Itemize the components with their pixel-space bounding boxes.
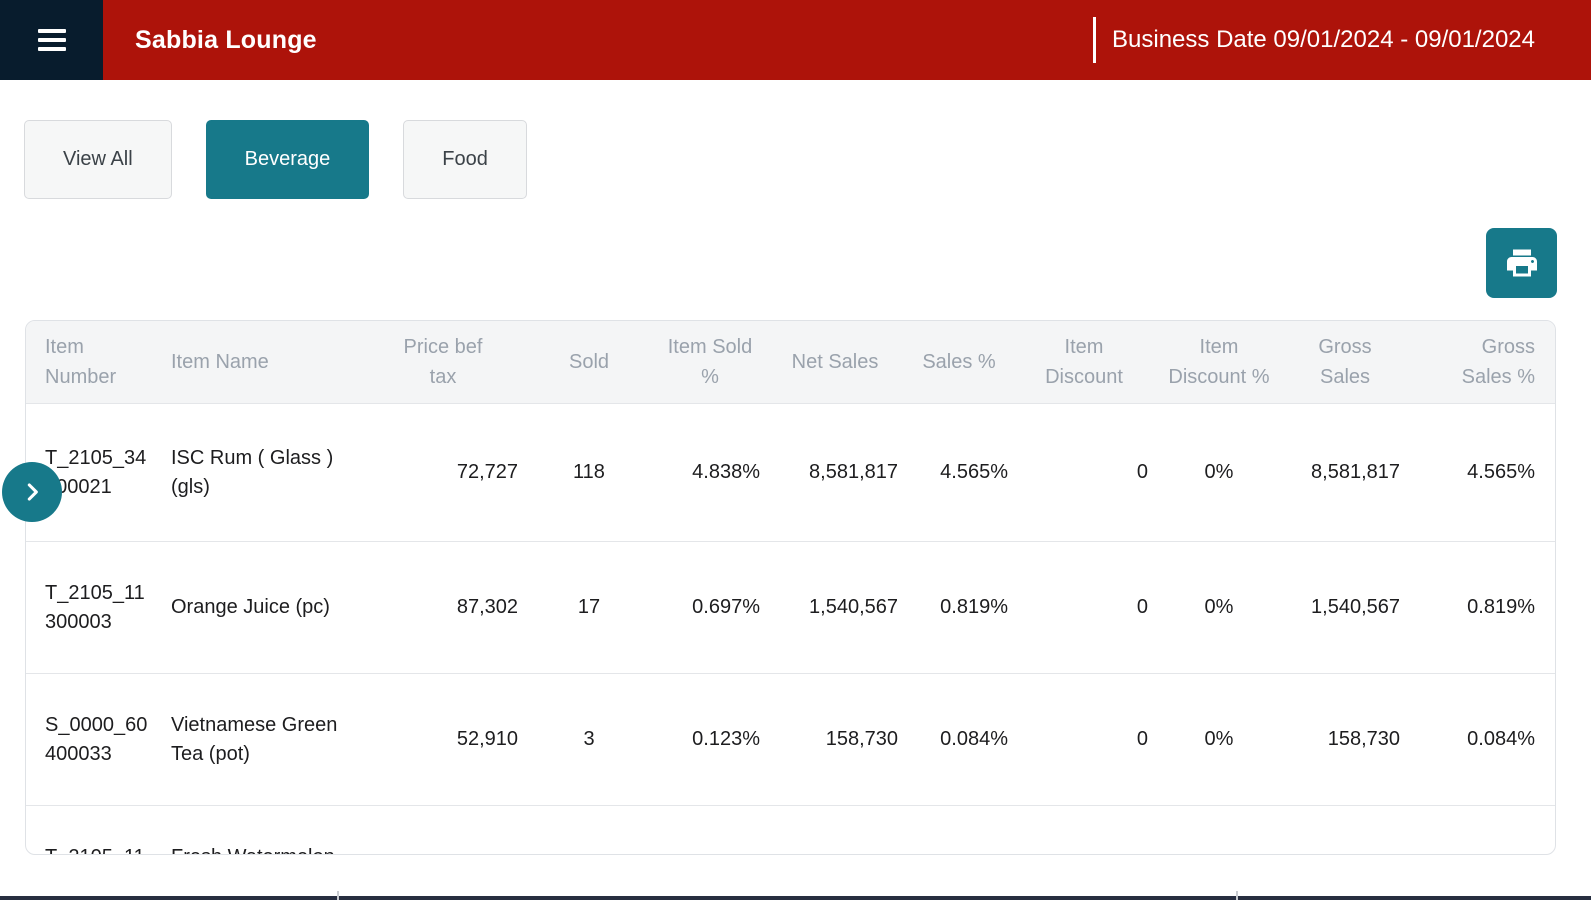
cell-price-bef-tax: 72,727 xyxy=(362,404,524,542)
cell-sold: 118 xyxy=(524,404,654,542)
cell-sales-pct: 4.565% xyxy=(904,404,1014,542)
cell-item-number: T_2105_11 300003 xyxy=(26,542,152,674)
table-row: S_0000_60 400033 Vietnamese Green Tea (p… xyxy=(26,674,1556,806)
cell-gross-sales-pct: 0.084% xyxy=(1406,674,1556,806)
cell-item-name: Orange Juice (pc) xyxy=(152,542,362,674)
cell-net-sales: 158,730 xyxy=(766,674,904,806)
column-header-item-discount: Item Discount xyxy=(1014,321,1154,404)
cell-gross-sales-pct: 0.819% xyxy=(1406,542,1556,674)
cell-gross-sales-pct xyxy=(1406,806,1556,856)
business-date-range[interactable]: Business Date 09/01/2024 - 09/01/2024 xyxy=(1112,26,1535,54)
page-title: Sabbia Lounge xyxy=(135,26,317,55)
table-header: Item Number Item Name Price bef tax Sold… xyxy=(26,321,1556,404)
cell-item-discount-pct: 0% xyxy=(1154,542,1284,674)
cell-item-sold-pct: 0.697% xyxy=(654,542,766,674)
column-header-item-name: Item Name xyxy=(152,321,362,404)
bottom-bar-tick xyxy=(1236,891,1238,900)
filter-food[interactable]: Food xyxy=(403,120,527,199)
cell-sales-pct: 0.084% xyxy=(904,674,1014,806)
cell-net-sales: 1,540,567 xyxy=(766,542,904,674)
cell-item-discount: 0 xyxy=(1014,542,1154,674)
cell-item-name: Fresh Watermelon xyxy=(152,806,362,856)
app-header: Sabbia Lounge Business Date 09/01/2024 -… xyxy=(0,0,1591,80)
column-header-price-bef-tax: Price bef tax xyxy=(362,321,524,404)
chevron-right-icon xyxy=(19,479,45,505)
items-table: Item Number Item Name Price bef tax Sold… xyxy=(25,320,1556,855)
printer-icon xyxy=(1504,245,1540,281)
cell-item-number: S_0000_60 400033 xyxy=(26,674,152,806)
filter-bar: View All Beverage Food xyxy=(24,120,527,199)
column-header-item-number: Item Number xyxy=(26,321,152,404)
cell-item-discount-pct xyxy=(1154,806,1284,856)
bottom-bar xyxy=(0,896,1591,900)
header-divider xyxy=(1093,17,1096,63)
column-header-gross-sales-pct: Gross Sales % xyxy=(1406,321,1556,404)
cell-sold: 3 xyxy=(524,674,654,806)
menu-button[interactable] xyxy=(0,0,103,80)
cell-item-name: ISC Rum ( Glass ) (gls) xyxy=(152,404,362,542)
column-header-gross-sales: Gross Sales xyxy=(1284,321,1406,404)
cell-item-sold-pct xyxy=(654,806,766,856)
column-header-item-sold-pct: Item Sold % xyxy=(654,321,766,404)
cell-gross-sales: 158,730 xyxy=(1284,674,1406,806)
column-header-sales-pct: Sales % xyxy=(904,321,1014,404)
cell-gross-sales xyxy=(1284,806,1406,856)
cell-gross-sales: 1,540,567 xyxy=(1284,542,1406,674)
cell-item-number: T_2105_11 xyxy=(26,806,152,856)
cell-sales-pct: 0.819% xyxy=(904,542,1014,674)
cell-item-discount xyxy=(1014,806,1154,856)
column-header-sold: Sold xyxy=(524,321,654,404)
cell-price-bef-tax xyxy=(362,806,524,856)
cell-item-discount-pct: 0% xyxy=(1154,674,1284,806)
cell-sold: 17 xyxy=(524,542,654,674)
cell-item-sold-pct: 0.123% xyxy=(654,674,766,806)
column-header-item-discount-pct: Item Discount % xyxy=(1154,321,1284,404)
cell-sold xyxy=(524,806,654,856)
cell-sales-pct xyxy=(904,806,1014,856)
cell-gross-sales: 8,581,817 xyxy=(1284,404,1406,542)
cell-gross-sales-pct: 4.565% xyxy=(1406,404,1556,542)
table-body: T_2105_34 300021 ISC Rum ( Glass ) (gls)… xyxy=(26,404,1556,856)
column-header-net-sales: Net Sales xyxy=(766,321,904,404)
cell-net-sales xyxy=(766,806,904,856)
table-row: T_2105_34 300021 ISC Rum ( Glass ) (gls)… xyxy=(26,404,1556,542)
bottom-bar-tick xyxy=(337,891,339,900)
cell-item-discount-pct: 0% xyxy=(1154,404,1284,542)
cell-item-name: Vietnamese Green Tea (pot) xyxy=(152,674,362,806)
filter-view-all[interactable]: View All xyxy=(24,120,172,199)
cell-item-discount: 0 xyxy=(1014,674,1154,806)
table-row: T_2105_11 300003 Orange Juice (pc) 87,30… xyxy=(26,542,1556,674)
table-row: T_2105_11 Fresh Watermelon xyxy=(26,806,1556,856)
cell-price-bef-tax: 87,302 xyxy=(362,542,524,674)
cell-price-bef-tax: 52,910 xyxy=(362,674,524,806)
expand-row-button[interactable] xyxy=(2,462,62,522)
cell-item-discount: 0 xyxy=(1014,404,1154,542)
filter-beverage[interactable]: Beverage xyxy=(206,120,370,199)
cell-item-sold-pct: 4.838% xyxy=(654,404,766,542)
print-button[interactable] xyxy=(1486,228,1557,298)
cell-net-sales: 8,581,817 xyxy=(766,404,904,542)
hamburger-icon xyxy=(38,29,66,51)
